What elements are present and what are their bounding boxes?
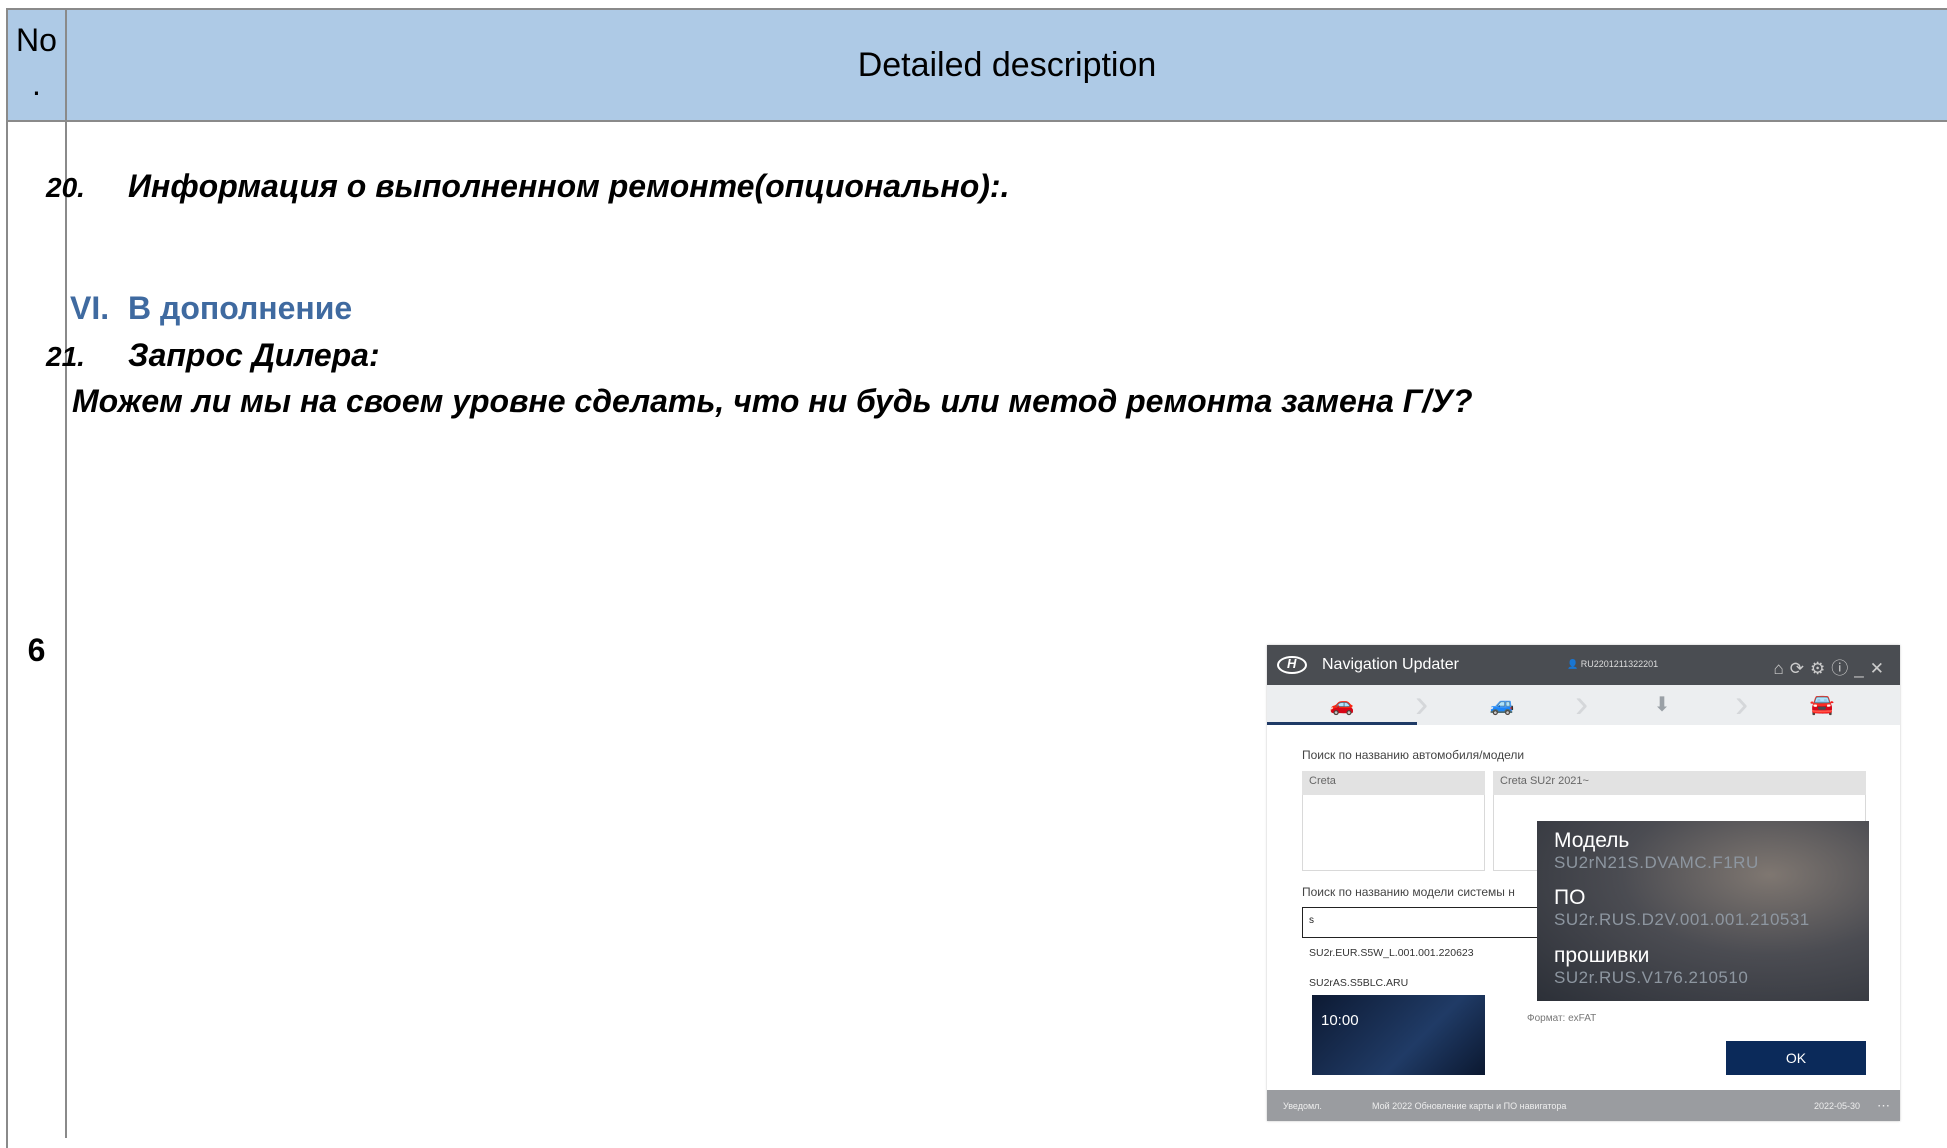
item-text: Информация о выполненном ремонте(опциона… <box>128 168 1010 204</box>
model-label: Модель <box>1554 829 1630 852</box>
dealer-question: Можем ли мы на своем уровне сделать, что… <box>72 383 1473 419</box>
gear-icon[interactable]: ⚙ <box>1810 659 1831 678</box>
car-search-icon: 🚗 <box>1329 694 1355 716</box>
software-value: SU2r.RUS.D2V.001.001.210531 <box>1554 910 1810 929</box>
download-icon: ⬇ <box>1653 694 1671 716</box>
hyundai-logo-icon: H <box>1277 656 1307 674</box>
firmware-label: прошивки <box>1554 944 1650 967</box>
status-bar: Уведомл. Мой 2022 Обновление карты и ПО … <box>1267 1090 1900 1121</box>
format-text: Формат: exFAT <box>1527 1013 1597 1024</box>
refresh-icon[interactable]: ⟳ <box>1790 659 1810 678</box>
model-value: SU2rN21S.DVAMC.F1RU <box>1554 853 1759 872</box>
status-date: 2022-05-30 <box>1813 1101 1860 1111</box>
status-message: Мой 2022 Обновление карты и ПО навигатор… <box>1372 1101 1567 1111</box>
header-no: No <box>16 22 57 58</box>
close-icon[interactable]: ✕ <box>1870 659 1890 678</box>
section-heading: VI. В дополнение <box>70 290 352 327</box>
car-name-item[interactable]: Creta <box>1302 771 1485 795</box>
search-system-label: Поиск по названию модели системы н <box>1302 885 1515 899</box>
titlebar: H Navigation Updater 👤 RU2201211322201 ⌂… <box>1267 645 1900 685</box>
step-bar: 🚗 › 🚙 › ⬇ › 🚘 <box>1267 684 1900 725</box>
section-text: В дополнение <box>128 290 353 326</box>
notify-label[interactable]: Уведомл. <box>1283 1101 1322 1111</box>
header-description: Detailed description <box>857 46 1157 84</box>
car-device-icon: 🚘 <box>1809 694 1835 716</box>
ok-button[interactable]: OK <box>1726 1041 1866 1075</box>
version-info-overlay: Модель SU2rN21S.DVAMC.F1RU ПО SU2r.RUS.D… <box>1537 821 1869 1001</box>
more-icon[interactable]: ⋯ <box>1877 1098 1890 1114</box>
step-car-update[interactable]: 🚙 <box>1427 685 1577 725</box>
user-id: 👤 RU2201211322201 <box>1567 659 1659 669</box>
item-21: 21. Запрос Дилера: <box>46 337 380 374</box>
head-unit-preview: 10:00 <box>1312 995 1485 1075</box>
help-icon[interactable]: ⓘ <box>1831 659 1854 678</box>
step-car-search[interactable]: 🚗 <box>1267 685 1417 725</box>
item-text: Запрос Дилера: <box>128 337 380 373</box>
firmware-value: SU2r.RUS.V176.210510 <box>1554 968 1749 987</box>
app-title: Navigation Updater <box>1322 656 1459 673</box>
section-number: VI. <box>70 290 110 326</box>
item-number: 20. <box>46 172 85 203</box>
preview-time: 10:00 <box>1321 1012 1359 1029</box>
step-download[interactable]: ⬇ <box>1587 685 1737 725</box>
item-number: 21. <box>46 341 85 372</box>
row-number: 6 <box>27 632 46 668</box>
software-label: ПО <box>1554 886 1586 909</box>
navigation-updater-window: H Navigation Updater 👤 RU2201211322201 ⌂… <box>1267 645 1900 1121</box>
suggestion-item[interactable]: SU2rAS.S5BLC.ARU <box>1309 977 1408 989</box>
search-car-label: Поиск по названию автомобиля/модели <box>1302 748 1525 762</box>
home-icon[interactable]: ⌂ <box>1774 659 1790 678</box>
car-update-icon: 🚙 <box>1489 694 1515 716</box>
minimize-icon[interactable]: _ <box>1854 659 1869 678</box>
suggestion-item[interactable]: SU2r.EUR.S5W_L.001.001.220623 <box>1309 947 1474 959</box>
step-car-device[interactable]: 🚘 <box>1747 685 1897 725</box>
titlebar-icons: ⌂⟳⚙ⓘ_✕ <box>1774 654 1891 679</box>
car-model-item[interactable]: Creta SU2r 2021~ <box>1493 771 1866 795</box>
item-20: 20. Информация о выполненном ремонте(опци… <box>46 168 1009 205</box>
header-no-dot: . <box>32 66 41 102</box>
